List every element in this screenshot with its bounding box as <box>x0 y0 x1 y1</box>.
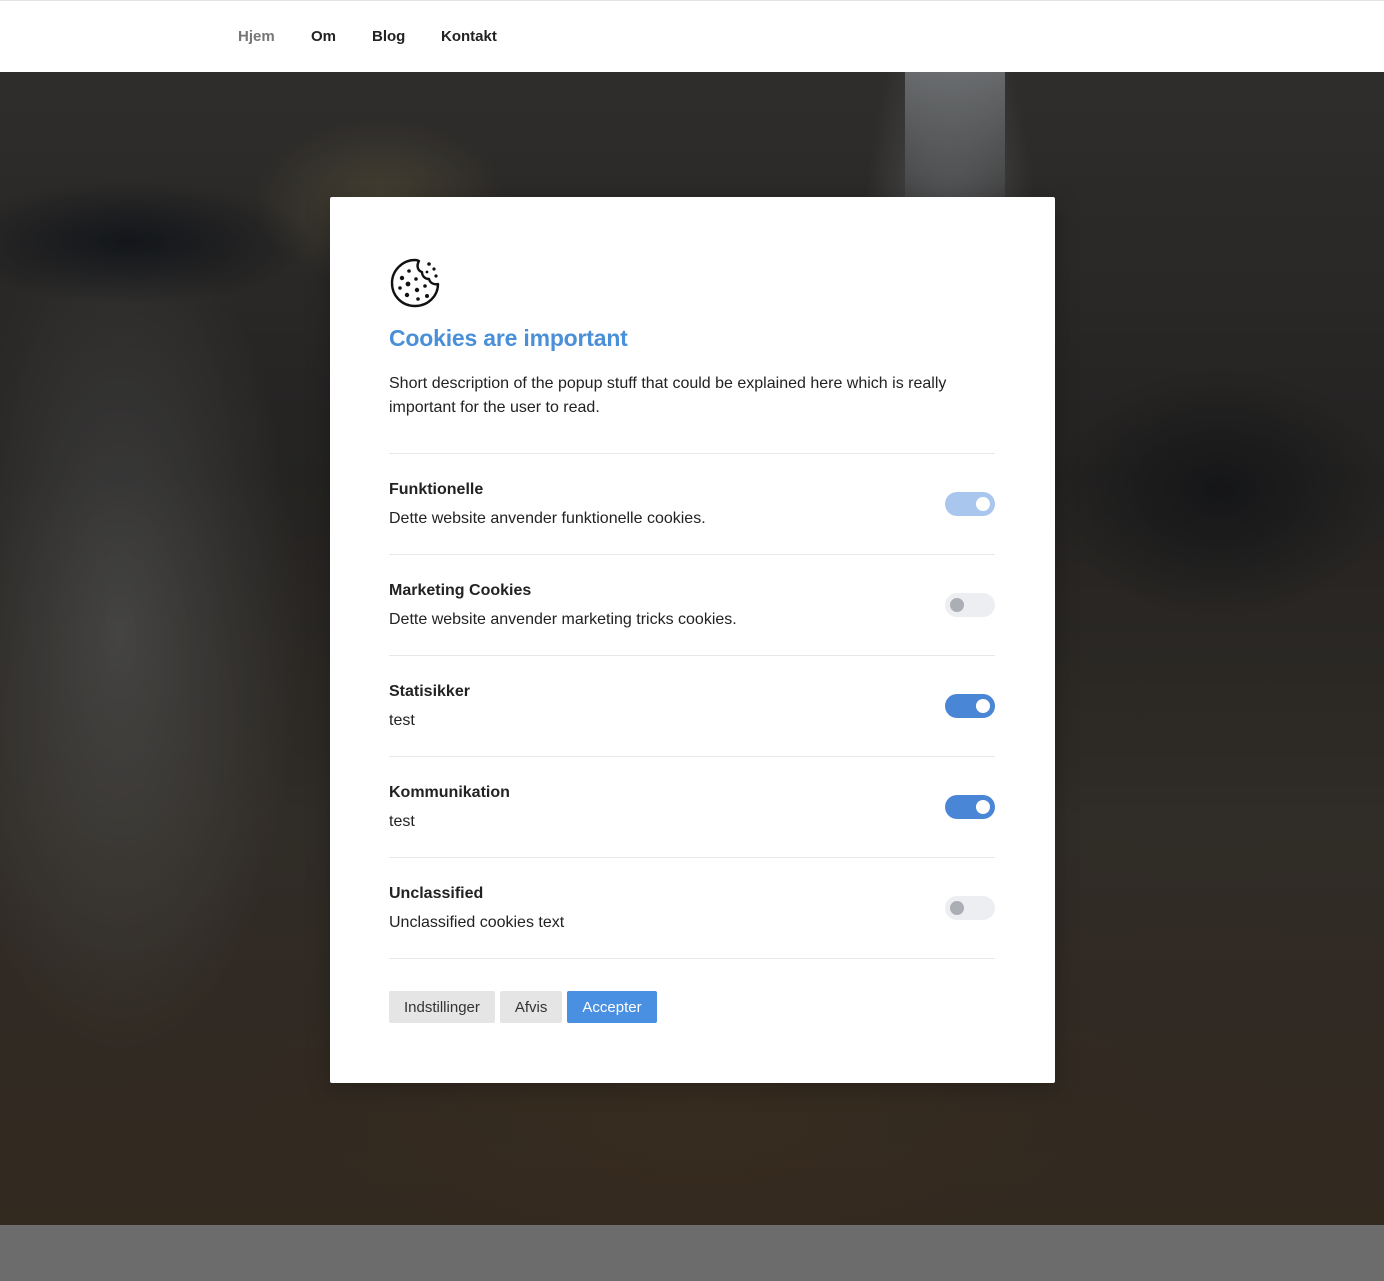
nav-link-blog[interactable]: Blog <box>372 28 405 45</box>
category-description: Dette website anvender funktionelle cook… <box>389 510 706 527</box>
category-title: Kommunikation <box>389 784 510 801</box>
category-description: test <box>389 813 415 830</box>
toggle-statisikker[interactable] <box>945 694 995 718</box>
category-title: Marketing Cookies <box>389 582 532 599</box>
nav-link-om[interactable]: Om <box>311 28 336 45</box>
category-title: Funktionelle <box>389 481 484 498</box>
cookie-icon <box>390 258 440 308</box>
toggle-funktionelle[interactable] <box>945 492 995 516</box>
nav-link-hjem[interactable]: Hjem <box>238 28 275 45</box>
category-unclassified: Unclassified Unclassified cookies text <box>389 858 995 959</box>
settings-button[interactable]: Indstillinger <box>389 991 495 1023</box>
dialog-actions: Indstillinger Afvis Accepter <box>389 991 657 1023</box>
toggle-knob <box>976 800 990 814</box>
cookie-categories-list: Funktionelle Dette website anvender funk… <box>389 453 995 959</box>
nav-link-kontakt[interactable]: Kontakt <box>441 28 497 45</box>
category-funktionelle: Funktionelle Dette website anvender funk… <box>389 454 995 555</box>
accept-button[interactable]: Accepter <box>567 991 657 1023</box>
toggle-knob <box>976 497 990 511</box>
toggle-kommunikation[interactable] <box>945 795 995 819</box>
top-navigation: Hjem Om Blog Kontakt <box>0 0 1384 72</box>
category-description: Dette website anvender marketing tricks … <box>389 611 737 628</box>
toggle-unclassified[interactable] <box>945 896 995 920</box>
toggle-marketing-cookies[interactable] <box>945 593 995 617</box>
category-description: Unclassified cookies text <box>389 914 565 931</box>
toggle-knob <box>950 598 964 612</box>
category-title: Unclassified <box>389 885 484 902</box>
category-title: Statisikker <box>389 683 470 700</box>
category-kommunikation: Kommunikation test <box>389 757 995 858</box>
dialog-description: Short description of the popup stuff tha… <box>389 375 947 416</box>
dialog-title: Cookies are important <box>389 325 628 351</box>
footer-band <box>0 1225 1384 1281</box>
reject-button[interactable]: Afvis <box>499 991 563 1023</box>
toggle-knob <box>976 699 990 713</box>
toggle-knob <box>950 901 964 915</box>
cookie-consent-dialog: Cookies are important Short description … <box>330 197 1055 1083</box>
category-statisikker: Statisikker test <box>389 656 995 757</box>
category-description: test <box>389 712 415 729</box>
category-marketing-cookies: Marketing Cookies Dette website anvender… <box>389 555 995 656</box>
